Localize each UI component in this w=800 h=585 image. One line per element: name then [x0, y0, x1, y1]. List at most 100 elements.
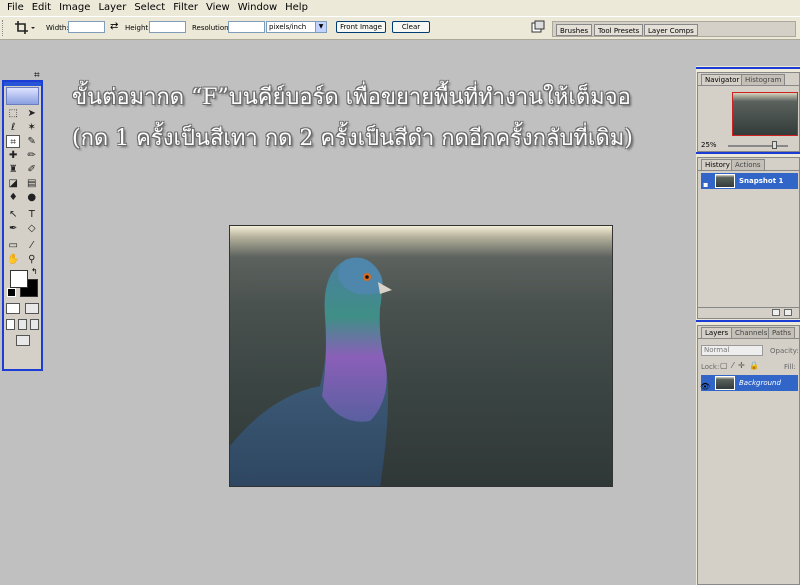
resolution-unit-select[interactable]: pixels/inch ▼	[266, 21, 327, 33]
history-bottom-bar	[698, 307, 799, 318]
layer-visibility-icon[interactable]: 👁	[700, 379, 710, 395]
full-screen-mode-button[interactable]	[30, 318, 40, 330]
file-browser-icon[interactable]	[531, 20, 545, 34]
full-screen-menu-mode-button[interactable]	[17, 318, 27, 330]
jump-to-imageready-button[interactable]	[15, 334, 30, 346]
resolution-input[interactable]	[228, 21, 265, 33]
dodge-tool-icon[interactable]: ●	[25, 191, 39, 204]
navigator-zoom-slider[interactable]	[728, 145, 788, 147]
clear-button[interactable]: Clear	[392, 21, 430, 33]
height-label: Height:	[125, 24, 151, 32]
new-snapshot-button[interactable]	[772, 309, 780, 316]
options-bar-grip[interactable]	[2, 20, 6, 36]
lock-label: Lock:	[701, 363, 720, 371]
history-snapshot-row[interactable]: ▪ Snapshot 1	[701, 173, 798, 189]
shape-tool-icon[interactable]: ◇	[25, 222, 39, 235]
width-label: Width:	[46, 24, 69, 32]
well-tab-layer-comps[interactable]: Layer Comps	[644, 24, 698, 36]
pen-tool-icon[interactable]: ✒	[6, 222, 20, 235]
well-tab-tool-presets[interactable]: Tool Presets	[594, 24, 644, 36]
height-input[interactable]	[149, 21, 186, 33]
healing-brush-tool-icon[interactable]: ✚	[6, 149, 20, 162]
delete-history-button[interactable]	[784, 309, 792, 316]
crop-tool-icon[interactable]: ⌗	[6, 134, 21, 148]
tab-channels[interactable]: Channels	[731, 327, 772, 338]
layers-tabs: Layers Channels Paths	[698, 326, 799, 339]
swap-colors-icon[interactable]: ↰	[31, 267, 38, 276]
quick-mask-mode-button[interactable]	[24, 302, 39, 314]
lasso-tool-icon[interactable]: ℓ	[6, 121, 20, 134]
history-palette: History Actions ▪ Snapshot 1	[697, 157, 800, 319]
swap-dimensions-icon[interactable]: ⇄	[110, 22, 118, 32]
hand-tool-icon[interactable]: ✋	[6, 253, 20, 266]
menu-window[interactable]: Window	[235, 0, 282, 16]
menu-file[interactable]: File	[4, 0, 29, 16]
blend-mode-select[interactable]: Normal	[701, 345, 763, 356]
menu-select[interactable]: Select	[131, 0, 170, 16]
blur-tool-icon[interactable]: ♦	[6, 191, 20, 204]
navigator-titlebar[interactable]	[696, 67, 800, 69]
standard-screen-mode-button[interactable]	[5, 318, 15, 330]
options-bar: Width: ⇄ Height: Resolution: pixels/inch…	[0, 16, 800, 40]
path-selection-tool-icon[interactable]: ↖	[6, 208, 20, 221]
navigator-thumbnail[interactable]	[732, 92, 798, 136]
brush-tool-icon[interactable]: ✏	[25, 149, 39, 162]
navigator-zoom-knob[interactable]	[772, 141, 777, 149]
well-tab-brushes[interactable]: Brushes	[556, 24, 593, 36]
clone-stamp-tool-icon[interactable]: ♜	[6, 163, 20, 176]
snapshot-label: Snapshot 1	[739, 177, 784, 185]
lock-options-icon[interactable]: ▢ ⁄ ✛ 🔒	[720, 361, 760, 370]
slice-tool-icon[interactable]: ✎	[25, 135, 39, 148]
navigator-zoom-value[interactable]: 25%	[701, 141, 717, 149]
history-source-icon[interactable]: ▪	[703, 177, 708, 193]
menu-bar: File Edit Image Layer Select Filter View…	[0, 0, 800, 16]
navigator-tabs: Navigator Histogram	[698, 73, 799, 86]
menu-layer[interactable]: Layer	[95, 0, 131, 16]
menu-image[interactable]: Image	[56, 0, 95, 16]
instruction-line-1: ขั้นต่อมากด “F”บนคีย์บอร์ด เพื่อขยายพื้น…	[72, 85, 631, 110]
default-colors-icon[interactable]	[7, 288, 16, 297]
pigeon-photo	[230, 257, 392, 486]
menu-view[interactable]: View	[203, 0, 235, 16]
front-image-button[interactable]: Front Image	[336, 21, 386, 33]
navigator-palette: Navigator Histogram 25%	[697, 72, 800, 152]
toolbox-titlebar[interactable]	[4, 82, 41, 86]
standard-mode-button[interactable]	[6, 302, 21, 314]
snapshot-thumbnail	[715, 174, 735, 188]
type-tool-icon[interactable]: T	[25, 208, 39, 221]
adobe-online-logo[interactable]	[6, 87, 39, 105]
toolbox: ⬚ ➤ ℓ ✶ ⌗ ✎ ✚ ✏ ♜ ✐ ◪ ▤ ♦ ● ↖ T ✒ ◇ ▭ ⁄ …	[2, 80, 43, 371]
layers-titlebar[interactable]	[696, 320, 800, 322]
layer-thumbnail	[715, 376, 735, 390]
layers-palette: Layers Channels Paths Normal Opacity: Lo…	[697, 325, 800, 585]
history-brush-tool-icon[interactable]: ✐	[25, 163, 39, 176]
menu-filter[interactable]: Filter	[170, 0, 203, 16]
move-tool-icon[interactable]: ➤	[25, 107, 39, 120]
layer-row-background[interactable]: 👁 Background	[700, 375, 798, 391]
tab-history[interactable]: History	[701, 159, 734, 170]
tab-histogram[interactable]: Histogram	[741, 74, 786, 85]
history-titlebar[interactable]	[696, 152, 800, 154]
tab-actions[interactable]: Actions	[731, 159, 765, 170]
tab-paths[interactable]: Paths	[768, 327, 796, 338]
tab-layers[interactable]: Layers	[701, 327, 733, 338]
resolution-unit-value: pixels/inch	[269, 23, 307, 31]
zoom-tool-icon[interactable]: ⚲	[25, 253, 39, 266]
document-image[interactable]	[229, 225, 613, 487]
fill-label: Fill:	[784, 363, 796, 371]
menu-edit[interactable]: Edit	[29, 0, 56, 16]
crop-tool-preset-icon[interactable]	[14, 20, 36, 36]
tab-navigator[interactable]: Navigator	[701, 74, 744, 85]
marquee-tool-icon[interactable]: ⬚	[6, 107, 20, 120]
eraser-tool-icon[interactable]: ◪	[6, 177, 20, 190]
resolution-label: Resolution:	[192, 24, 231, 32]
gradient-tool-icon[interactable]: ▤	[25, 177, 39, 190]
eyedropper-tool-icon[interactable]: ⁄	[25, 239, 39, 252]
notes-tool-icon[interactable]: ▭	[6, 239, 20, 252]
menu-help[interactable]: Help	[282, 0, 313, 16]
opacity-label: Opacity:	[770, 347, 799, 355]
foreground-color-swatch[interactable]	[10, 270, 28, 288]
width-input[interactable]	[68, 21, 105, 33]
magic-wand-tool-icon[interactable]: ✶	[25, 121, 39, 134]
layer-name: Background	[739, 379, 781, 387]
